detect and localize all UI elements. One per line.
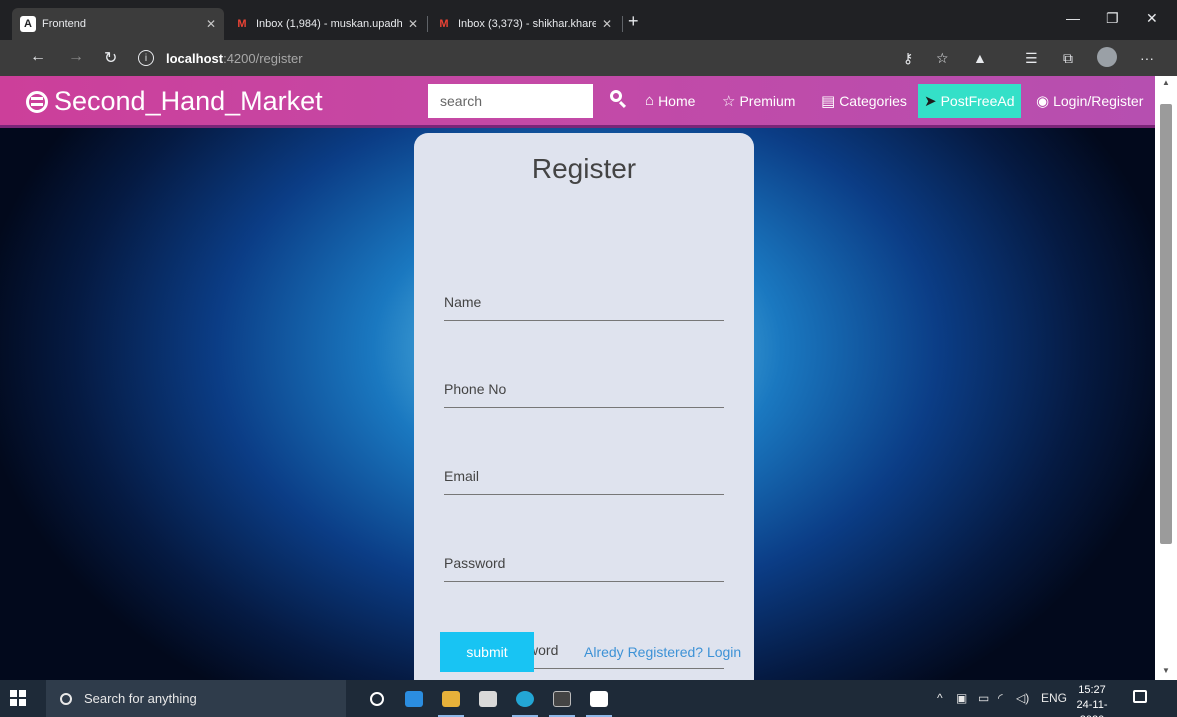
windows-taskbar: Search for anything ^ ▣ ▭ ◜ ◁) ENG 15:27… — [0, 680, 1177, 717]
minimize-icon[interactable]: — — [1066, 10, 1080, 26]
action-center-icon[interactable] — [1133, 690, 1147, 703]
scroll-up-icon[interactable]: ▲ — [1155, 78, 1177, 87]
extension-icon[interactable]: ▲ — [973, 50, 987, 66]
nav-post-free-ad[interactable]: ➤ PostFreeAd — [918, 84, 1021, 118]
favorite-star-icon[interactable]: ☆ — [936, 50, 949, 67]
url-path: :4200/register — [223, 50, 303, 66]
browser-tabstrip: A Frontend ✕ M Inbox (1,984) - muskan.up… — [0, 0, 1177, 40]
close-window-icon[interactable]: ✕ — [1146, 10, 1158, 27]
nav-post-free-ad-label: PostFreeAd — [940, 93, 1015, 109]
cortana-icon[interactable] — [360, 685, 394, 712]
wifi-icon[interactable]: ◜ — [998, 691, 1003, 705]
angular-favicon-icon: A — [20, 16, 36, 32]
mail-app-icon[interactable] — [397, 685, 431, 712]
file-explorer-icon[interactable] — [434, 685, 468, 717]
tab-inbox-muskan[interactable]: M Inbox (1,984) - muskan.upadhya ✕ — [226, 8, 426, 40]
nav-home-label: Home — [658, 92, 696, 109]
nav-premium-label: Premium — [739, 93, 796, 109]
address-bar[interactable]: i localhost:4200/register — [138, 45, 883, 71]
home-icon: ⌂ — [645, 92, 655, 109]
gmail-favicon-icon: M — [439, 18, 449, 30]
new-tab-button[interactable]: + — [628, 12, 639, 30]
login-link[interactable]: Alredy Registered? Login — [584, 644, 741, 660]
terminal-icon[interactable] — [545, 685, 579, 717]
nav-categories[interactable]: ▤ Categories — [821, 92, 907, 110]
scrollbar-thumb[interactable] — [1160, 104, 1172, 544]
url-host: localhost — [166, 50, 224, 66]
brand-icon — [26, 90, 48, 113]
document-icon: ▤ — [821, 93, 836, 110]
volume-icon[interactable]: ◁) — [1016, 691, 1029, 705]
phone-field[interactable] — [444, 370, 724, 408]
tab-title: Inbox (1,984) - muskan.upadhya — [256, 18, 402, 30]
scroll-down-icon[interactable]: ▼ — [1155, 666, 1177, 675]
key-icon[interactable]: ⚷ — [903, 50, 913, 67]
tab-divider — [622, 16, 623, 32]
battery-icon[interactable]: ▭ — [978, 691, 989, 705]
site-info-icon[interactable]: i — [138, 50, 154, 66]
tab-close-icon[interactable]: ✕ — [206, 17, 216, 31]
tab-title: Frontend — [42, 18, 87, 30]
nav-premium[interactable]: ☆ Premium — [722, 92, 795, 110]
tab-inbox-shikhar[interactable]: M Inbox (3,373) - shikhar.khare_cs ✕ — [428, 8, 620, 40]
nav-login-register[interactable]: ◉ Login/Register — [1036, 92, 1143, 110]
language-indicator[interactable]: ENG — [1041, 691, 1067, 705]
site-navbar: Second_Hand_Market ⌂ Home ☆ Premium ▤ Ca… — [0, 76, 1155, 128]
name-field[interactable] — [444, 283, 724, 321]
forward-arrow-icon[interactable]: → — [68, 48, 84, 66]
edge-browser-icon[interactable] — [508, 685, 542, 717]
tab-close-icon[interactable]: ✕ — [408, 17, 418, 31]
user-circle-icon: ◉ — [1036, 93, 1050, 110]
more-menu-icon[interactable]: ··· — [1140, 50, 1154, 66]
refresh-icon[interactable]: ↻ — [104, 48, 117, 68]
search-icon[interactable] — [608, 88, 628, 110]
submit-button[interactable]: submit — [440, 632, 534, 672]
favorites-bar-icon[interactable]: ☰ — [1025, 50, 1038, 67]
brand-logo[interactable]: Second_Hand_Market — [26, 86, 323, 117]
clock-time: 15:27 — [1078, 684, 1106, 696]
paper-plane-icon: ➤ — [924, 93, 937, 110]
browser-toolbar: ← → ↻ i localhost:4200/register ⚷ ☆ ▲ ☰ … — [0, 40, 1177, 76]
taskbar-search-placeholder: Search for anything — [84, 691, 197, 706]
taskbar-search-box[interactable]: Search for anything — [46, 680, 346, 717]
tab-frontend[interactable]: A Frontend ✕ — [12, 8, 224, 40]
show-hidden-icons-icon[interactable]: ^ — [937, 691, 943, 705]
collections-icon[interactable]: ⧉ — [1063, 50, 1073, 67]
nav-login-register-label: Login/Register — [1053, 93, 1144, 109]
search-input[interactable] — [428, 84, 593, 118]
nav-home[interactable]: ⌂ Home — [645, 92, 695, 109]
tab-title: Inbox (3,373) - shikhar.khare_cs — [458, 18, 596, 30]
profile-avatar[interactable] — [1097, 47, 1117, 67]
mongodb-compass-icon[interactable] — [582, 685, 616, 717]
app-tray-icon[interactable]: ▣ — [956, 691, 967, 705]
nav-categories-label: Categories — [839, 93, 907, 109]
store-icon[interactable] — [471, 685, 505, 712]
brand-name: Second_Hand_Market — [54, 86, 323, 116]
restore-icon[interactable]: ❐ — [1106, 10, 1119, 27]
tab-close-icon[interactable]: ✕ — [602, 17, 612, 31]
password-field[interactable] — [444, 544, 724, 582]
search-icon — [60, 692, 72, 705]
register-card: Register submit Alredy Registered? Login — [414, 133, 754, 680]
star-icon: ☆ — [722, 93, 736, 110]
page-viewport: Second_Hand_Market ⌂ Home ☆ Premium ▤ Ca… — [0, 76, 1155, 680]
email-field[interactable] — [444, 457, 724, 495]
gmail-favicon-icon: M — [237, 18, 247, 30]
page-scrollbar[interactable]: ▲ ▼ — [1155, 76, 1177, 680]
system-clock[interactable]: 15:27 24-11-2020 — [1068, 683, 1116, 717]
back-arrow-icon[interactable]: ← — [30, 48, 46, 66]
register-title: Register — [531, 153, 637, 184]
clock-date: 24-11-2020 — [1076, 699, 1108, 717]
windows-start-icon[interactable] — [10, 690, 26, 706]
